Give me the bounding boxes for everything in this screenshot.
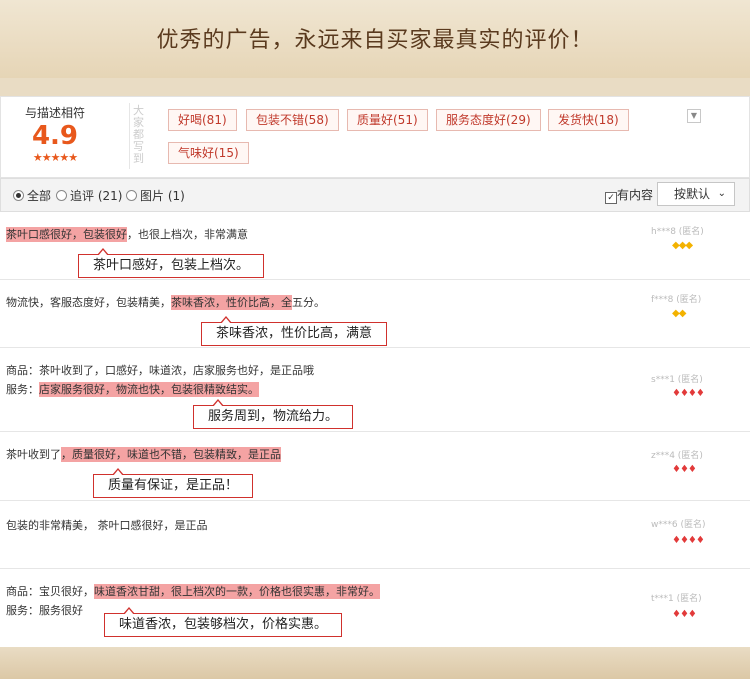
- rating-stars-icon: ★★★★★: [32, 151, 78, 164]
- chevron-down-icon: ⌄: [717, 188, 726, 199]
- highlighted-text: 茶味香浓，性价比高，全: [171, 295, 292, 310]
- annotation-callout: 质量有保证，是正品！: [93, 468, 254, 498]
- review-item: 商品：宝贝很好，味道香浓甘甜，很上档次的一款，价格也很实惠，非常好。 服务：服务…: [0, 569, 750, 647]
- sort-label: 按默认: [674, 187, 711, 201]
- review-service-text: 服务：店家服务很好，物流也快，包装很精致结实。: [6, 382, 259, 397]
- filter-images-radio[interactable]: 图片 (1): [126, 187, 185, 204]
- chevron-down-icon: ▼: [690, 111, 698, 120]
- review-item: 包装的非常精美， 茶叶口感很好，是正品 w***6 (匿名) ♦♦♦♦: [0, 501, 750, 569]
- radio-icon: [126, 190, 137, 201]
- review-item: 茶叶收到了，质量很好，味道也不错，包装精致，是正品 质量有保证，是正品！ z**…: [0, 432, 750, 501]
- buyer-level-icon: ◆◆: [672, 308, 686, 319]
- bottom-band: [0, 647, 750, 679]
- review-item: 茶叶口感很好，包装很好，也很上档次，非常满意 茶叶口感好，包装上档次。 h***…: [0, 212, 750, 280]
- review-panel: 与描述相符 4.9 ★★★★★ 大家都写到 好喝(81) 包装不错(58) 质量…: [0, 96, 750, 647]
- reviewer-name: z***4 (匿名): [651, 451, 703, 461]
- review-summary: 与描述相符 4.9 ★★★★★ 大家都写到 好喝(81) 包装不错(58) 质量…: [0, 96, 750, 178]
- has-content-checkbox[interactable]: ✓ 有内容: [605, 186, 653, 204]
- annotation-callout: 茶叶口感好，包装上档次。: [78, 248, 265, 278]
- checkbox-checked-icon: ✓: [605, 192, 617, 204]
- buyer-level-icon: ♦♦♦: [672, 464, 697, 475]
- radio-icon: [56, 190, 67, 201]
- filter-followup-label: 追评 (21): [70, 189, 123, 203]
- expand-tags-button[interactable]: ▼: [687, 109, 701, 123]
- annotation-callout: 茶味香浓，性价比高，满意: [201, 316, 388, 346]
- reviewer-name: w***6 (匿名): [651, 520, 706, 530]
- annotation-callout: 味道香浓，包装够档次，价格实惠。: [104, 607, 343, 637]
- highlighted-text: ，质量很好，味道也不错，包装精致，是正品: [61, 447, 281, 462]
- banner-title: 优秀的广告，永远来自买家最真实的评价！: [156, 28, 594, 53]
- reviewer-name: s***1 (匿名): [651, 375, 703, 385]
- highlighted-text: 店家服务很好，物流也快，包装很精致结实。: [39, 382, 259, 397]
- buyer-level-icon: ♦♦♦♦: [672, 535, 705, 546]
- filter-all-radio[interactable]: 全部: [13, 187, 51, 204]
- review-service-text: 服务：服务很好: [6, 604, 83, 617]
- filter-followup-radio[interactable]: 追评 (21): [56, 187, 122, 204]
- review-text: 包装的非常精美， 茶叶口感很好，是正品: [6, 519, 208, 532]
- tag-nice-packaging[interactable]: 包装不错(58): [246, 109, 339, 131]
- tag-good-aroma[interactable]: 气味好(15): [168, 142, 249, 164]
- review-text: 茶叶口感很好，包装很好，也很上档次，非常满意: [6, 227, 248, 242]
- tag-title: 大家都写到: [133, 104, 144, 165]
- score-value: 4.9: [31, 121, 79, 151]
- buyer-level-icon: ◆◆◆: [672, 240, 693, 251]
- review-text: 物流快，客服态度好，包装精美，茶味香浓，性价比高，全五分。: [6, 295, 325, 310]
- review-item: 商品：茶叶收到了，口感好，味道浓，店家服务也好，是正品哦 服务：店家服务很好，物…: [0, 348, 750, 432]
- score-box: 与描述相符 4.9 ★★★★★: [15, 104, 95, 164]
- top-banner: 优秀的广告，永远来自买家最真实的评价！: [0, 0, 750, 78]
- has-content-label: 有内容: [617, 188, 654, 202]
- tag-good-taste[interactable]: 好喝(81): [168, 109, 237, 131]
- review-text: 商品：茶叶收到了，口感好，味道浓，店家服务也好，是正品哦: [6, 364, 314, 377]
- score-label: 与描述相符: [24, 106, 85, 120]
- sort-select[interactable]: 按默认 ⌄: [657, 182, 735, 206]
- filter-images-label: 图片 (1): [140, 189, 185, 203]
- review-text: 茶叶收到了，质量很好，味道也不错，包装精致，是正品: [6, 447, 281, 462]
- filter-bar: 全部 追评 (21) 图片 (1) ✓ 有内容 按默认 ⌄: [0, 178, 750, 212]
- highlighted-text: 味道香浓甘甜，很上档次的一款，价格也很实惠，非常好。: [94, 584, 380, 599]
- review-item: 物流快，客服态度好，包装精美，茶味香浓，性价比高，全五分。 茶味香浓，性价比高，…: [0, 280, 750, 348]
- reviewer-name: h***8 (匿名): [651, 227, 704, 237]
- reviewer-name: f***8 (匿名): [651, 295, 702, 305]
- divider: [129, 103, 130, 169]
- tag-good-quality[interactable]: 质量好(51): [347, 109, 428, 131]
- buyer-level-icon: ♦♦♦♦: [672, 388, 705, 399]
- tag-fast-shipping[interactable]: 发货快(18): [548, 109, 629, 131]
- buyer-level-icon: ♦♦♦: [672, 609, 697, 620]
- filter-all-label: 全部: [27, 189, 52, 203]
- review-text: 商品：宝贝很好，味道香浓甘甜，很上档次的一款，价格也很实惠，非常好。: [6, 584, 380, 599]
- radio-checked-icon: [13, 190, 24, 201]
- highlighted-text: 茶叶口感很好，包装很好: [6, 227, 127, 242]
- annotation-callout: 服务周到，物流给力。: [193, 399, 354, 429]
- reviewer-name: t***1 (匿名): [651, 594, 702, 604]
- tag-good-service[interactable]: 服务态度好(29): [436, 109, 541, 131]
